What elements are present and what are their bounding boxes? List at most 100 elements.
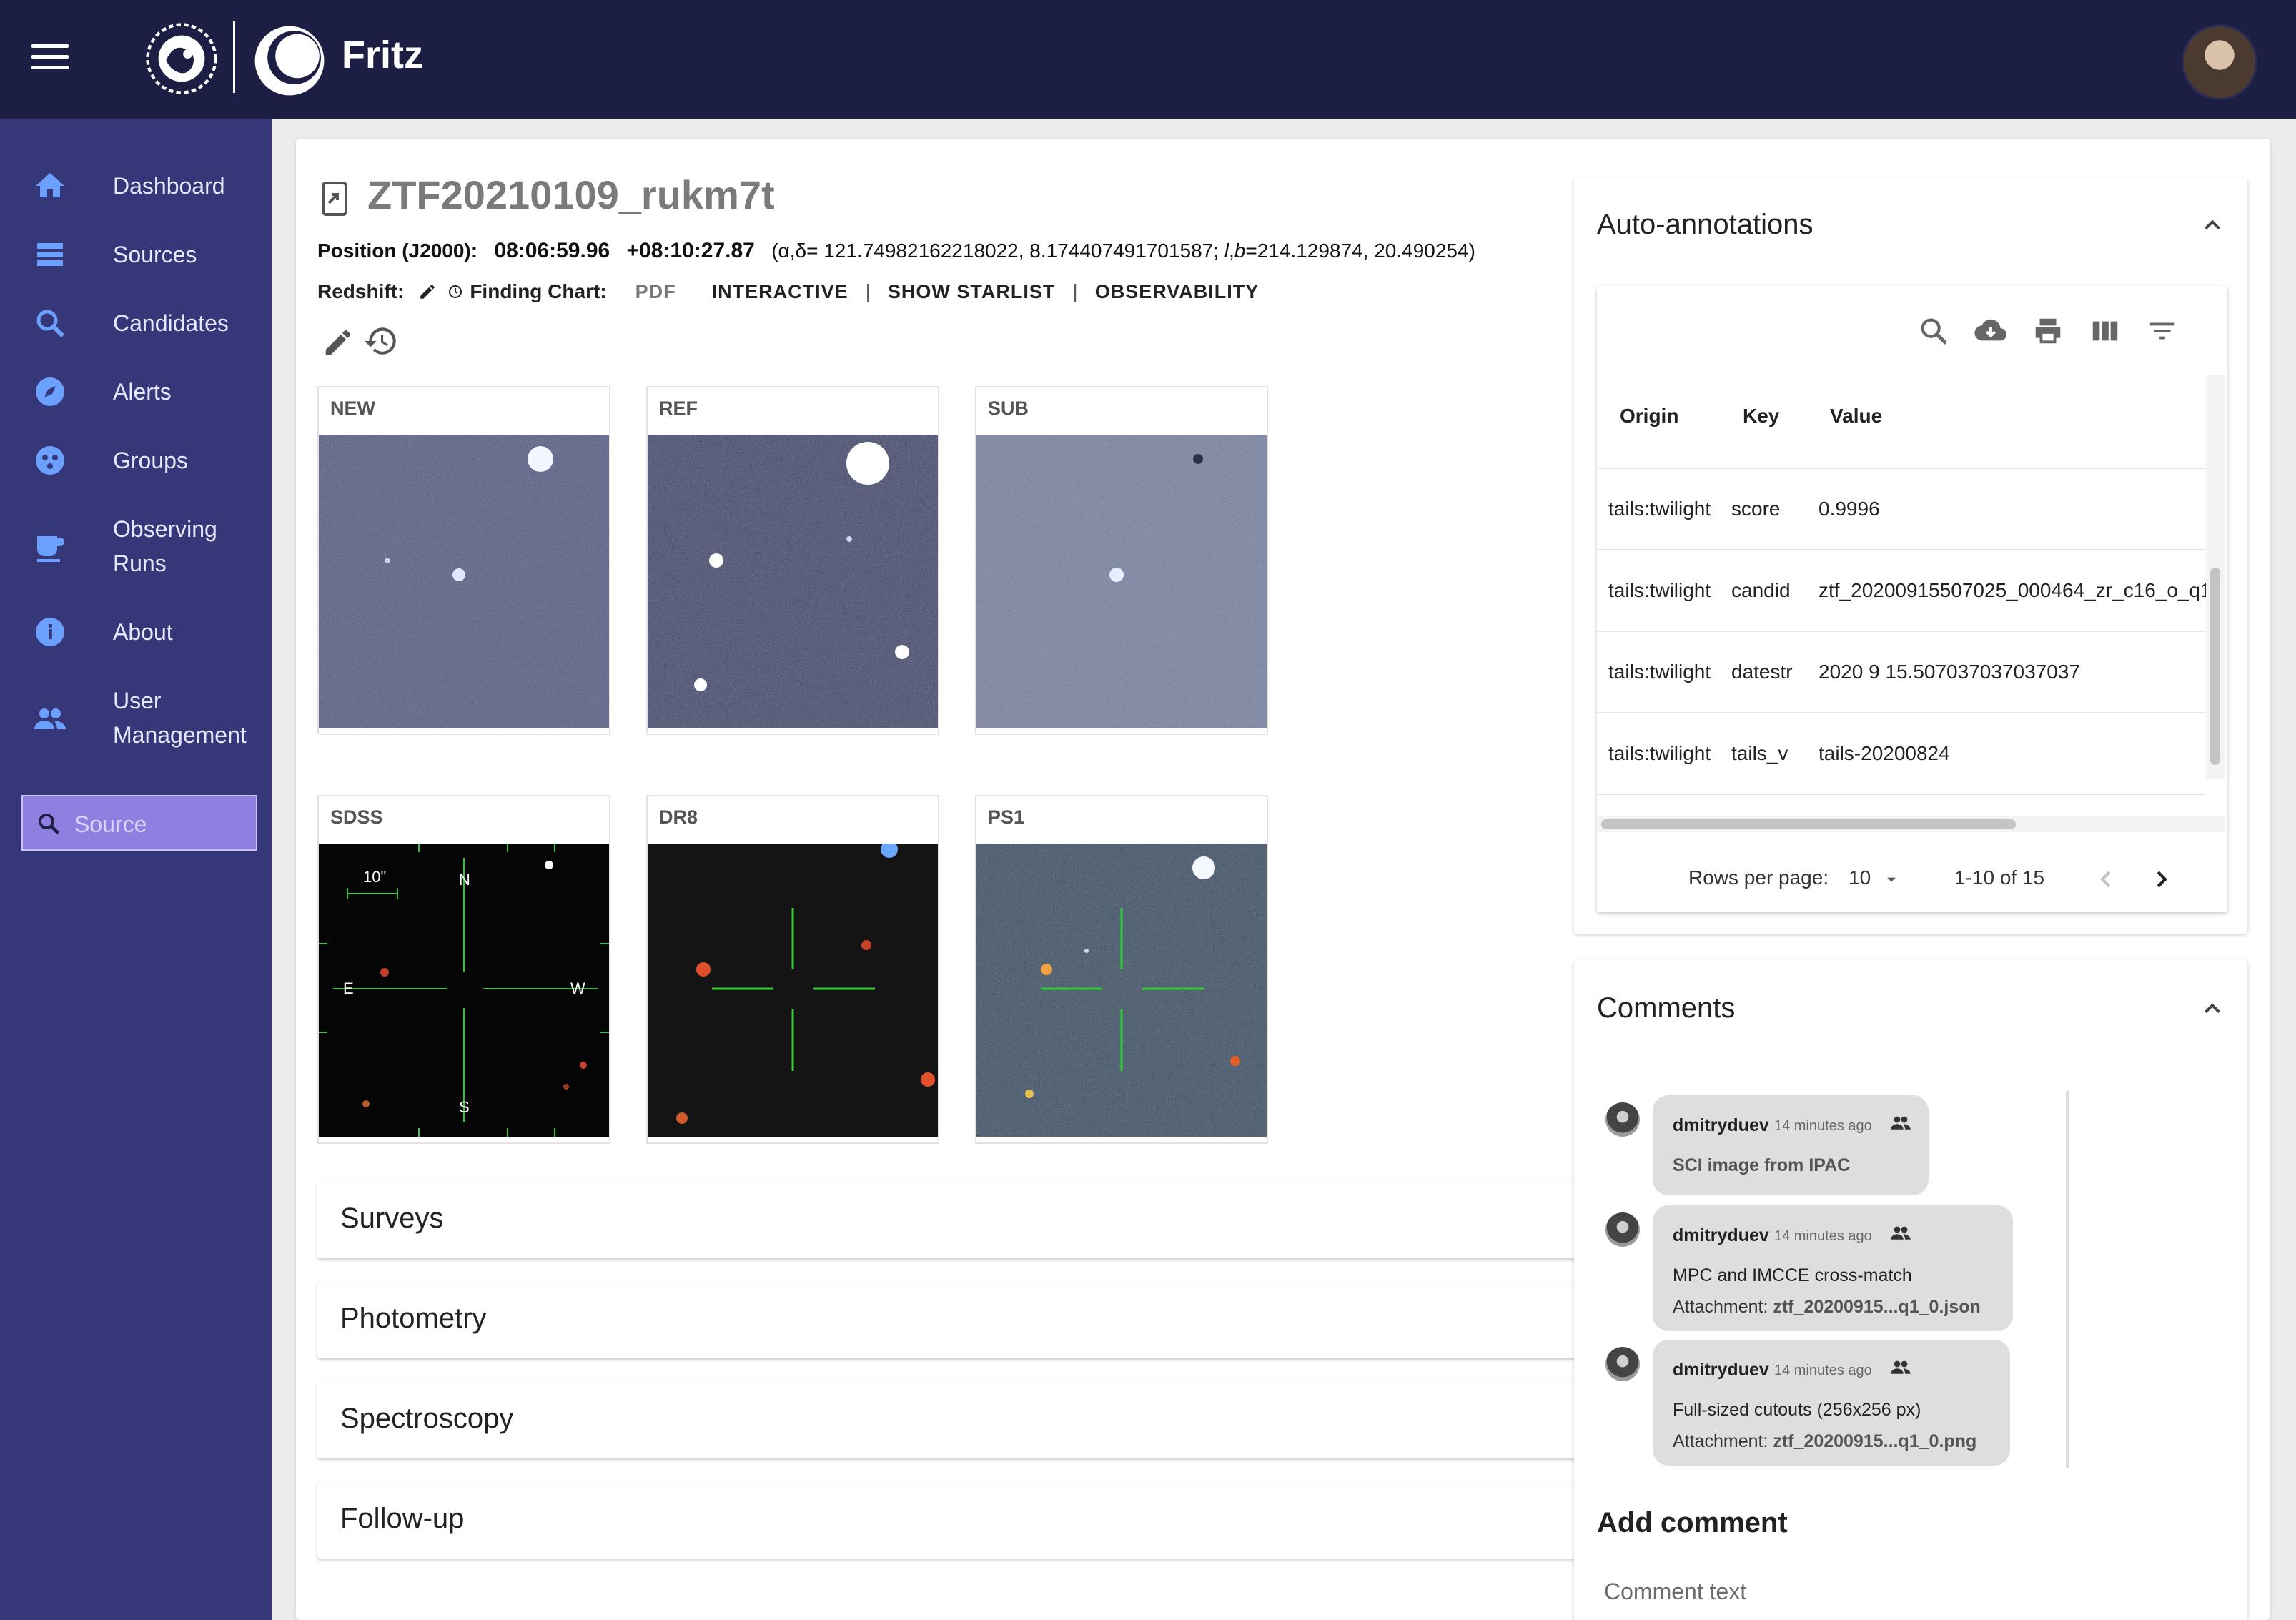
- thumbnail-image: [648, 844, 938, 1137]
- sidebar-item-label: Observing: [113, 516, 217, 542]
- table-row[interactable]: tails:twilight score 0.9996: [1597, 469, 2206, 550]
- thumbnail-label: PS1: [988, 806, 1025, 828]
- comment-author[interactable]: dmitryduev: [1673, 1115, 1769, 1136]
- dropdown-arrow-icon[interactable]: [1881, 869, 1901, 889]
- sidebar-item-observing-runs[interactable]: Observing Runs: [0, 512, 272, 583]
- north-label: N: [459, 871, 470, 889]
- source-search[interactable]: [21, 795, 257, 851]
- avatar[interactable]: [1605, 1212, 1640, 1247]
- attachment-label: Attachment:: [1673, 1431, 1768, 1451]
- avatar[interactable]: [1605, 1102, 1640, 1137]
- app-title[interactable]: Fritz: [342, 33, 423, 77]
- table-row[interactable]: tails:twilight candid ztf_20200915507025…: [1597, 550, 2212, 632]
- fritz-logo[interactable]: [250, 21, 329, 100]
- show-starlist-button[interactable]: SHOW STARLIST: [888, 281, 1055, 303]
- column-header-value[interactable]: Value: [1830, 405, 1882, 428]
- user-avatar[interactable]: [2182, 24, 2257, 100]
- comment-text: Full-sized cutouts (256x256 px): [1673, 1400, 1921, 1420]
- observability-button[interactable]: OBSERVABILITY: [1095, 281, 1260, 303]
- comment-text-input[interactable]: [1598, 1570, 2239, 1613]
- sidebar-item-label: Candidates: [113, 310, 229, 336]
- panel-title[interactable]: Comments: [1597, 992, 1735, 1024]
- horizontal-scrollbar[interactable]: [1597, 816, 2225, 832]
- group-visibility-icon[interactable]: [1890, 1112, 1911, 1134]
- avatar[interactable]: [1605, 1347, 1640, 1381]
- comment-author[interactable]: dmitryduev: [1673, 1225, 1769, 1246]
- cell-key: candid: [1731, 579, 1791, 601]
- print-icon[interactable]: [2032, 315, 2064, 347]
- coffee-icon: [37, 536, 64, 562]
- vertical-scrollbar[interactable]: [2206, 375, 2225, 779]
- history-icon[interactable]: [363, 323, 399, 359]
- chevron-up-icon[interactable]: [2199, 995, 2226, 1022]
- redshift-history-icon[interactable]: [447, 283, 464, 300]
- sidebar-item-groups[interactable]: Groups: [0, 443, 272, 483]
- comment-author[interactable]: dmitryduev: [1673, 1360, 1769, 1381]
- attachment-link[interactable]: ztf_20200915...q1_0.png: [1773, 1431, 1976, 1451]
- coords-values: 121.74982162218022, 8.174407491701587;: [823, 239, 1219, 262]
- share-icon[interactable]: [320, 182, 349, 216]
- comment-item: dmitryduev 14 minutes ago Full-sized cut…: [1597, 1340, 2090, 1466]
- search-icon[interactable]: [1917, 315, 1950, 347]
- comment-attachment: Attachment: ztf_20200915...q1_0.png: [1673, 1431, 1976, 1452]
- edit-redshift-icon[interactable]: [418, 282, 437, 301]
- thumbnail-label: NEW: [330, 397, 375, 419]
- thumbnail-ref[interactable]: REF: [646, 386, 939, 735]
- comment-time: 14 minutes ago: [1774, 1118, 1872, 1134]
- filter-list-icon[interactable]: [2146, 315, 2179, 347]
- sidebar-item-candidates[interactable]: Candidates: [0, 306, 272, 346]
- comment-time: 14 minutes ago: [1774, 1363, 1872, 1378]
- south-label: S: [459, 1098, 470, 1116]
- chevron-up-icon[interactable]: [2199, 212, 2226, 239]
- chevron-right-icon[interactable]: [2147, 865, 2176, 894]
- compass-icon: [36, 377, 64, 406]
- sidebar-item-alerts[interactable]: Alerts: [0, 375, 272, 415]
- thumbnail-new[interactable]: NEW: [317, 386, 610, 735]
- sidebar-item-about[interactable]: About: [0, 615, 272, 655]
- thumbnail-label: SUB: [988, 397, 1029, 419]
- view-columns-icon[interactable]: [2089, 315, 2122, 347]
- thumbnail-dr8[interactable]: DR8: [646, 795, 939, 1144]
- sidebar-item-sources[interactable]: Sources: [0, 237, 272, 277]
- east-label: E: [343, 979, 354, 997]
- attachment-link[interactable]: ztf_20200915...q1_0.json: [1773, 1297, 1980, 1317]
- finding-chart-label: Finding Chart:: [470, 280, 607, 302]
- redshift-row: Redshift: Finding Chart: PDF INTERACTIVE…: [317, 280, 1266, 303]
- logo-divider: [233, 21, 235, 93]
- coords-prefix: (α,δ=: [771, 239, 818, 262]
- rows-per-page-select[interactable]: 10: [1849, 866, 1871, 889]
- pencil-icon[interactable]: [322, 326, 355, 359]
- caltech-seal-logo[interactable]: [143, 20, 220, 97]
- comment-text: MPC and IMCCE cross-match: [1673, 1265, 1912, 1285]
- sidebar-item-dashboard[interactable]: Dashboard: [0, 169, 272, 209]
- position-row: Position (J2000): 08:06:59.96 +08:10:27.…: [317, 239, 1475, 263]
- thumbnail-ps1[interactable]: PS1: [975, 795, 1268, 1144]
- annotations-table: Origin Key Value tails:twilight score 0.…: [1597, 286, 2227, 912]
- comment-time: 14 minutes ago: [1774, 1228, 1872, 1244]
- finding-chart-interactive-button[interactable]: INTERACTIVE: [712, 281, 848, 303]
- table-row[interactable]: tails:twilight datestr 2020 9 15.5070370…: [1597, 632, 2206, 713]
- sidebar-item-label: Dashboard: [113, 173, 225, 199]
- panel-title[interactable]: Auto-annotations: [1597, 209, 1813, 241]
- cell-key: score: [1731, 498, 1781, 520]
- source-search-input[interactable]: [73, 806, 247, 842]
- top-app-bar: Fritz: [0, 0, 2296, 119]
- download-icon[interactable]: [1974, 315, 2007, 347]
- add-comment-title: Add comment: [1597, 1507, 1788, 1538]
- thumbnail-sdss[interactable]: SDSS 10" N S E W: [317, 795, 610, 1144]
- sidebar-item-user-management[interactable]: User Management: [0, 683, 272, 755]
- sidebar-item-label: User: [113, 688, 162, 713]
- group-visibility-icon[interactable]: [1890, 1223, 1911, 1244]
- thumbnail-sub[interactable]: SUB: [975, 386, 1268, 735]
- menu-icon[interactable]: [31, 44, 69, 74]
- search-icon: [39, 814, 60, 835]
- table-row[interactable]: tails:twilight tails_v tails-20200824: [1597, 713, 2206, 795]
- search-icon: [36, 310, 65, 338]
- group-visibility-icon[interactable]: [1890, 1357, 1911, 1378]
- column-header-origin[interactable]: Origin: [1620, 405, 1678, 428]
- finding-chart-pdf-button[interactable]: PDF: [635, 281, 676, 303]
- cell-key: datestr: [1731, 661, 1793, 683]
- chevron-left-icon[interactable]: [2092, 865, 2120, 894]
- thumbnail-image: [976, 844, 1267, 1137]
- column-header-key[interactable]: Key: [1743, 405, 1779, 428]
